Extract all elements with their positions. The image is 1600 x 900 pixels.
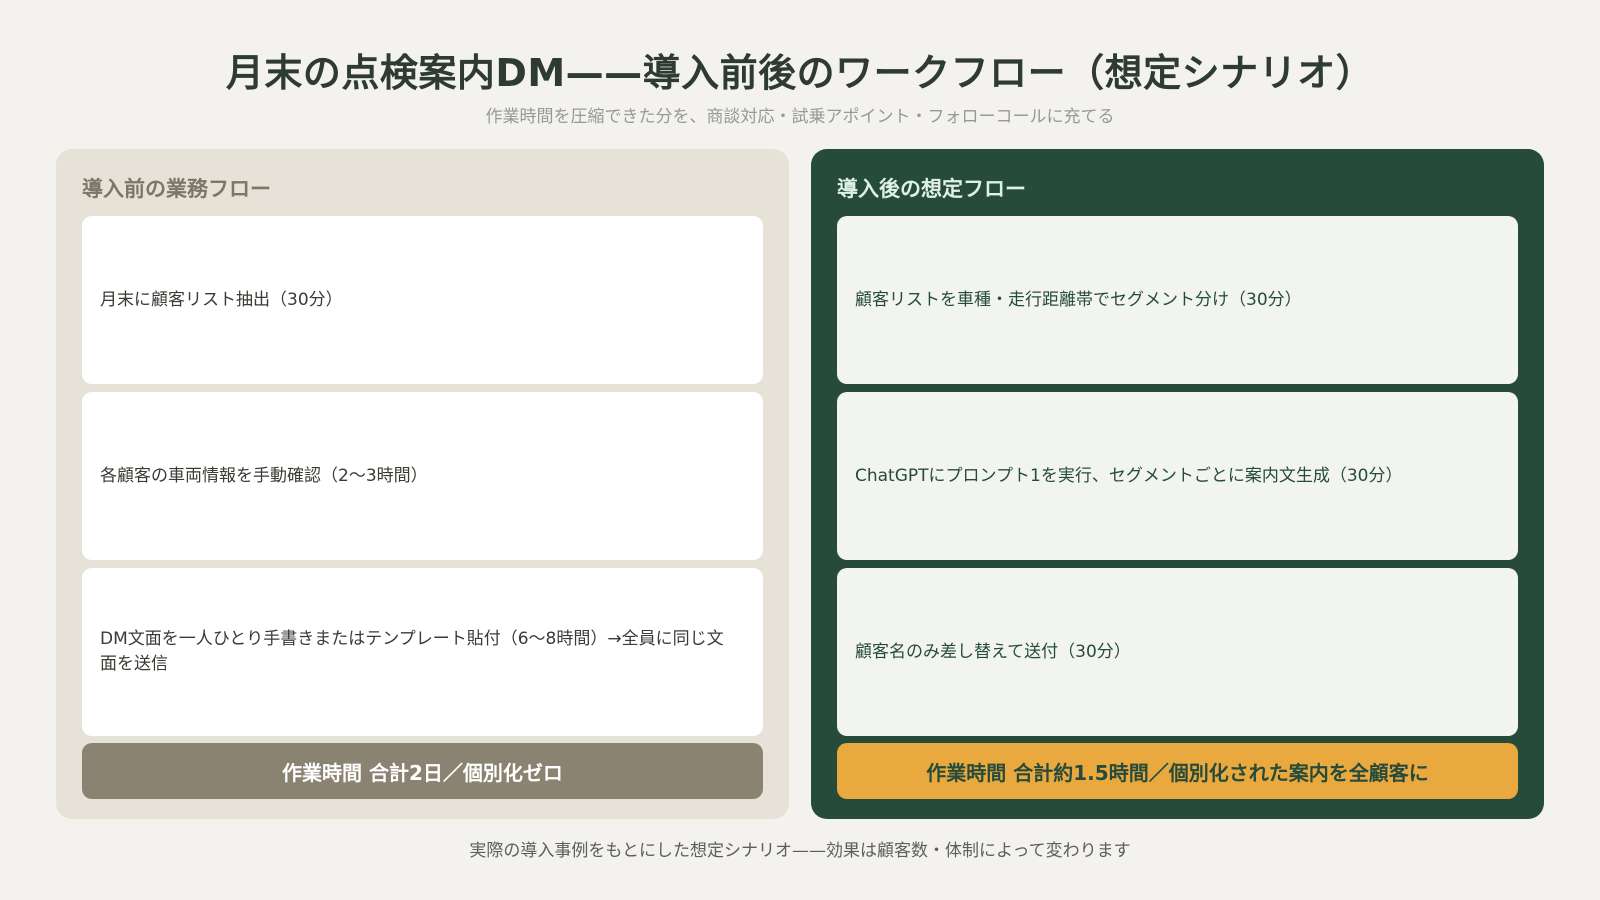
page-subtitle: 作業時間を圧縮できた分を、商談対応・試乗アポイント・フォローコールに充てる (485, 107, 1115, 127)
after-summary-badge: 作業時間 合計約1.5時間／個別化された案内を全顧客に (837, 743, 1518, 799)
before-panel: 導入前の業務フロー 月末に顧客リスト抽出（30分） 各顧客の車両情報を手動確認（… (56, 149, 789, 819)
page: 月末の点検案内DM——導入前後のワークフロー（想定シナリオ） 作業時間を圧縮でき… (0, 0, 1600, 900)
after-panel-title: 導入後の想定フロー (837, 177, 1026, 201)
before-summary-badge: 作業時間 合計2日／個別化ゼロ (82, 743, 763, 799)
before-panel-title: 導入前の業務フロー (82, 177, 271, 201)
before-step-2: 各顧客の車両情報を手動確認（2〜3時間） (82, 392, 763, 560)
before-steps: 月末に顧客リスト抽出（30分） 各顧客の車両情報を手動確認（2〜3時間） DM文… (82, 216, 763, 736)
after-step-1: 顧客リストを車種・走行距離帯でセグメント分け（30分） (837, 216, 1518, 384)
after-step-2: ChatGPTにプロンプト1を実行、セグメントごとに案内文生成（30分） (837, 392, 1518, 560)
before-step-3: DM文面を一人ひとり手書きまたはテンプレート貼付（6〜8時間）→全員に同じ文面を… (82, 568, 763, 736)
after-steps: 顧客リストを車種・走行距離帯でセグメント分け（30分） ChatGPTにプロンプ… (837, 216, 1518, 736)
footer-note: 実際の導入事例をもとにした想定シナリオ——効果は顧客数・体制によって変わります (469, 841, 1131, 861)
page-title: 月末の点検案内DM——導入前後のワークフロー（想定シナリオ） (225, 51, 1375, 95)
before-step-1: 月末に顧客リスト抽出（30分） (82, 216, 763, 384)
after-step-3: 顧客名のみ差し替えて送付（30分） (837, 568, 1518, 736)
after-panel: 導入後の想定フロー 顧客リストを車種・走行距離帯でセグメント分け（30分） Ch… (811, 149, 1544, 819)
